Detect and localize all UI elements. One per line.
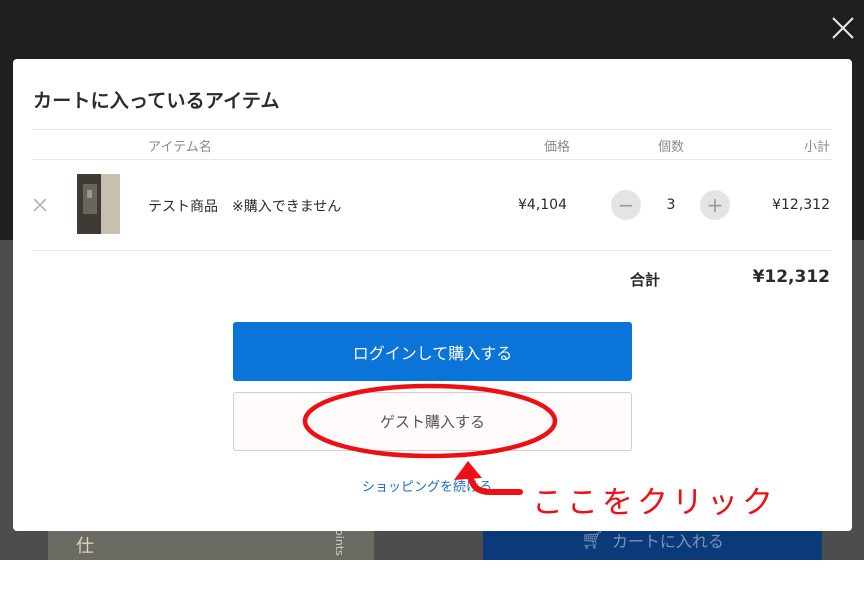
column-header-item-name: アイテム名 — [148, 140, 212, 155]
quantity-increment-button[interactable]: + — [700, 190, 730, 220]
divider — [32, 250, 832, 251]
column-header-price: 価格 — [544, 140, 571, 155]
total-label: 合計 — [630, 271, 661, 289]
item-price: ¥4,104 — [518, 197, 567, 213]
quantity-value: 3 — [666, 197, 676, 213]
item-thumbnail — [77, 174, 120, 234]
cart-icon: 🛒︎ — [581, 529, 604, 551]
column-header-quantity: 個数 — [658, 140, 685, 155]
annotation-text: ここをクリック — [532, 485, 777, 521]
item-name: テスト商品 ※購入できません — [148, 199, 342, 215]
cart-modal: カートに入っているアイテム アイテム名 価格 個数 小計 テスト商品 ※購入でき… — [13, 59, 852, 531]
background-book-glyph: 仕 — [76, 536, 94, 557]
modal-title: カートに入っているアイテム — [33, 90, 280, 112]
quantity-decrement-button[interactable]: − — [611, 190, 641, 220]
item-subtotal: ¥12,312 — [772, 197, 830, 213]
close-icon[interactable] — [826, 11, 860, 45]
background-add-to-cart-label: カートに入れる — [611, 532, 724, 551]
divider — [32, 129, 832, 130]
continue-shopping-link[interactable]: ショッピングを続ける — [362, 476, 492, 495]
column-header-subtotal: 小計 — [803, 140, 830, 155]
remove-item-icon[interactable] — [32, 197, 48, 213]
login-purchase-button[interactable]: ログインして購入する — [233, 322, 632, 381]
total-value: ¥12,312 — [752, 267, 830, 287]
guest-purchase-button[interactable]: ゲスト購入する — [233, 392, 632, 451]
divider — [32, 159, 832, 160]
